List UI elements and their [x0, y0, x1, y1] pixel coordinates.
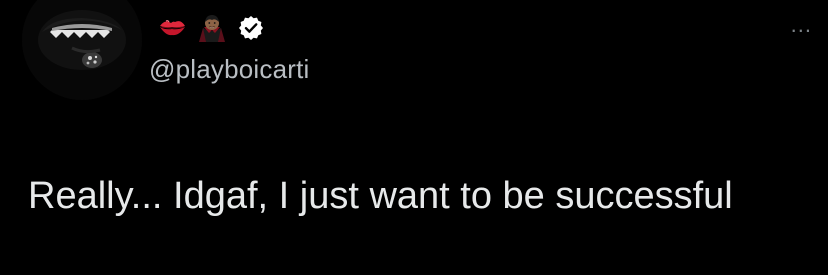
more-options-button[interactable]: ...	[791, 14, 812, 36]
tweet-card: @playboicarti ... Really... Idgaf, I jus…	[0, 0, 828, 275]
vampire-icon	[196, 12, 228, 44]
avatar-image	[22, 0, 142, 100]
kiss-mark-icon	[156, 12, 188, 44]
tweet-text: Really... Idgaf, I just want to be succe…	[28, 175, 733, 217]
profile-avatar[interactable]	[22, 0, 142, 100]
verified-badge-icon	[238, 15, 264, 41]
display-name-row[interactable]	[156, 10, 264, 46]
user-handle[interactable]: @playboicarti	[149, 54, 310, 85]
